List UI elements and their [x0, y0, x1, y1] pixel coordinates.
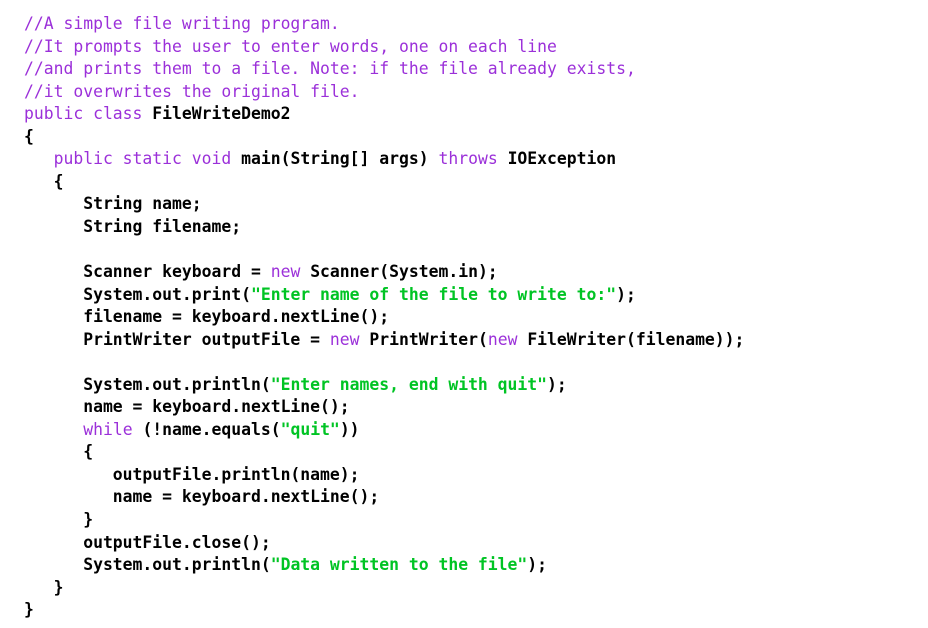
code-line: outputFile.close();: [24, 532, 928, 555]
code-token-plain: );: [547, 374, 567, 394]
code-line: Scanner keyboard = new Scanner(System.in…: [24, 261, 928, 284]
code-line: }: [24, 509, 928, 532]
code-line: filename = keyboard.nextLine();: [24, 306, 928, 329]
code-token-keyword: throws: [438, 149, 508, 169]
code-token-keyword: public static void: [53, 149, 242, 169]
code-token-plain: {: [24, 442, 94, 462]
code-line: String filename;: [24, 216, 928, 239]
code-line: {: [24, 126, 928, 149]
code-line: PrintWriter outputFile = new PrintWriter…: [24, 329, 928, 352]
code-line: //It prompts the user to enter words, on…: [24, 36, 928, 59]
code-token-plain: outputFile.close();: [24, 532, 271, 552]
code-token-plain: System.out.println(: [24, 555, 271, 575]
code-token-plain: (!name.equals(: [142, 419, 281, 439]
code-line: String name;: [24, 193, 928, 216]
code-token-comment: //A simple file writing program.: [24, 14, 340, 33]
code-line: //and prints them to a file. Note: if th…: [24, 58, 928, 81]
code-token-plain: IOException: [507, 149, 617, 169]
code-token-plain: );: [616, 284, 636, 304]
code-line: public class FileWriteDemo2: [24, 103, 928, 126]
code-token-plain: }: [24, 510, 94, 530]
code-token-string: "quit": [280, 419, 340, 439]
code-line: //it overwrites the original file.: [24, 81, 928, 104]
code-token-plain: {: [24, 126, 34, 146]
code-token-plain: FileWriteDemo2: [152, 104, 291, 124]
code-line: {: [24, 441, 928, 464]
code-token-string: "Enter names, end with quit": [270, 374, 548, 394]
code-line: System.out.println("Data written to the …: [24, 554, 928, 577]
code-token-plain: System.out.print(: [24, 284, 251, 304]
code-line: {: [24, 171, 928, 194]
code-token-keyword: new: [270, 262, 311, 282]
code-token-plain: )): [339, 419, 360, 439]
code-token-comment: //and prints them to a file. Note: if th…: [24, 59, 636, 79]
code-token-plain: }: [24, 600, 34, 620]
code-line: }: [24, 577, 928, 600]
code-token-plain: PrintWriter outputFile =: [24, 329, 330, 349]
code-token-plain: name = keyboard.nextLine();: [24, 397, 350, 417]
code-token-comment: //It prompts the user to enter words, on…: [24, 36, 557, 56]
code-listing: //A simple file writing program. //It pro…: [0, 0, 928, 628]
code-token-plain: Scanner keyboard =: [24, 262, 271, 282]
code-line: while (!name.equals("quit")): [24, 419, 928, 442]
code-token-plain: name = keyboard.nextLine();: [24, 487, 380, 507]
code-line: public static void main(String[] args) t…: [24, 148, 928, 171]
code-token-keyword: public class: [24, 104, 153, 124]
code-line: name = keyboard.nextLine();: [24, 486, 928, 509]
code-token-plain: main(String[] args): [241, 149, 439, 169]
code-line: }: [24, 599, 928, 622]
code-token-plain: String filename;: [24, 216, 242, 236]
code-token-plain: {: [24, 171, 64, 191]
code-line: System.out.print("Enter name of the file…: [24, 284, 928, 307]
code-token-plain: );: [527, 555, 548, 575]
code-token-plain: }: [24, 577, 64, 597]
code-line: outputFile.println(name);: [24, 464, 928, 487]
code-token-plain: outputFile.println(name);: [24, 464, 360, 484]
code-token-plain: PrintWriter(: [369, 329, 488, 349]
code-token-keyword: while: [83, 419, 143, 439]
code-token-keyword: new: [329, 329, 370, 349]
code-token-comment: //it overwrites the original file.: [24, 81, 360, 101]
code-token-string: "Enter name of the file to write to:": [250, 284, 617, 304]
code-line: //A simple file writing program.: [24, 13, 928, 36]
code-token-plain: FileWriter(filename));: [527, 329, 745, 349]
code-token-plain: String name;: [24, 194, 202, 214]
code-token-plain: System.out.println(: [24, 374, 271, 394]
code-token-string: "Data written to the file": [270, 555, 528, 575]
code-token-plain: filename = keyboard.nextLine();: [24, 307, 390, 327]
code-line: name = keyboard.nextLine();: [24, 396, 928, 419]
code-token-keyword: new: [487, 329, 528, 349]
code-token-plain: Scanner(System.in);: [310, 262, 498, 282]
code-line: System.out.println("Enter names, end wit…: [24, 374, 928, 397]
